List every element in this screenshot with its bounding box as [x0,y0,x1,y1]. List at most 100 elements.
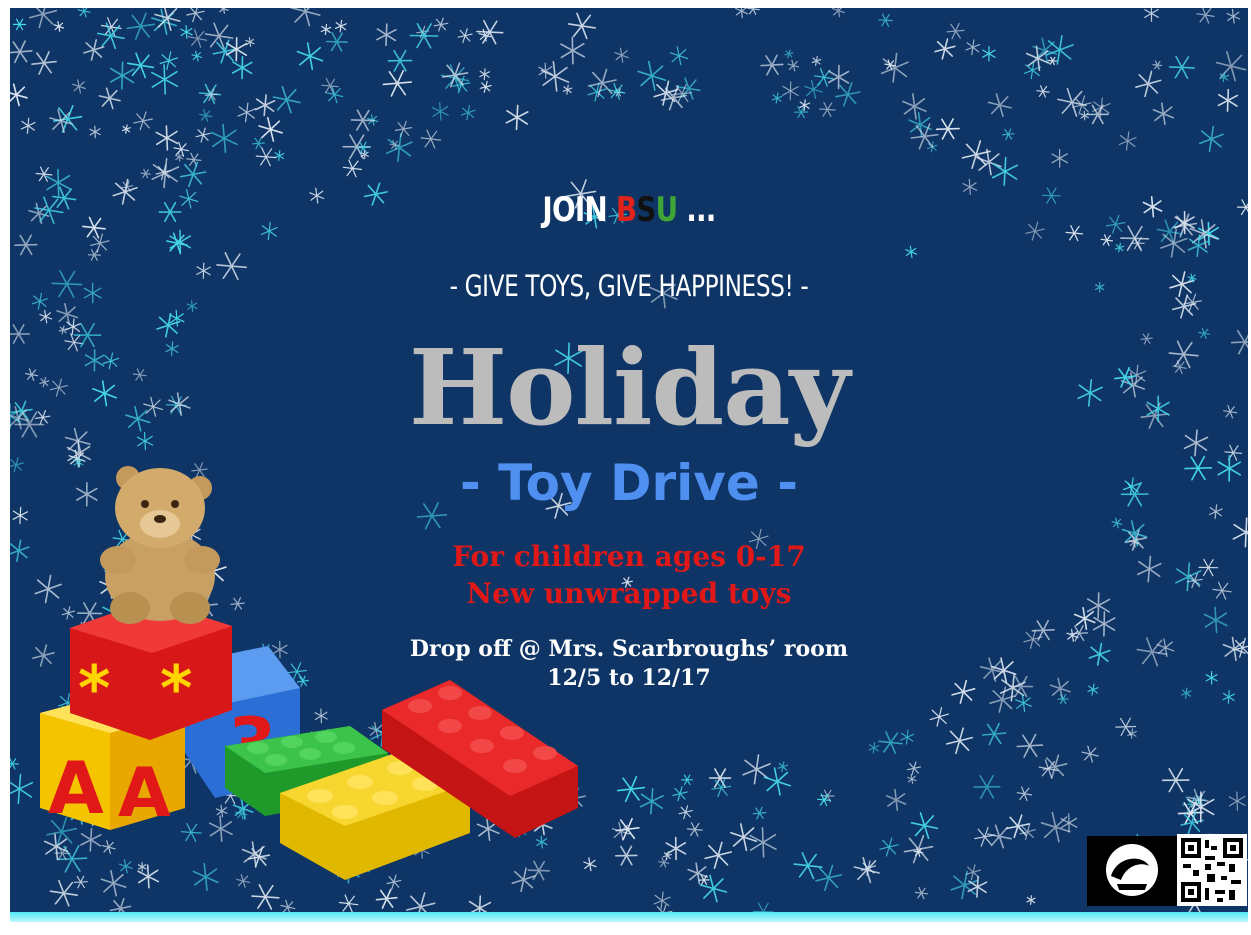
snowflake-icon [126,12,156,40]
snowflake-icon [827,64,850,90]
snowflake-icon [53,21,65,32]
snowflake-icon [749,826,777,858]
snowflake-icon [1016,733,1044,758]
snowflake-icon [31,292,48,310]
snowflake-icon [672,786,688,802]
snowflake-icon [431,101,449,121]
join-label: JOIN [542,190,607,230]
svg-text:*: * [78,652,110,725]
svg-text:A: A [48,746,104,830]
snowflake-icon [853,856,881,884]
snowflake-icon [334,19,347,33]
snowflake-icon [742,754,771,785]
snowflake-icon [321,77,339,94]
snowflake-icon [186,8,205,23]
snowflake-icon [1114,242,1125,253]
snowflake-icon [387,49,413,72]
snowflake-icon [560,36,586,65]
snowflake-icon [505,104,529,131]
snowflake-icon [109,61,135,90]
snowflake-icon [1100,234,1114,246]
snowflake-icon [946,22,965,40]
snowflake-icon [835,82,861,107]
snowflake-icon [945,727,974,755]
snowflake-icon [614,845,638,866]
snowflake-icon [87,249,102,261]
snowflake-icon [793,105,809,119]
snowflake-icon [637,60,667,91]
snowflake-icon [188,29,208,48]
snowflake-icon [1057,694,1069,705]
snowflake-icon [89,125,101,139]
bsu-letter-s: S [636,190,656,230]
snowflake-icon [1142,196,1163,218]
snowflake-icon [325,31,348,52]
snowflake-icon [669,46,689,66]
snowflake-icon [763,767,792,796]
snowflake-icon [903,834,934,864]
snowflake-icon [1161,767,1190,793]
snowflake-icon [981,722,1007,746]
snowflake-icon [1226,8,1241,24]
snowflake-icon [51,270,83,298]
snowflake-icon [1005,814,1031,839]
snowflake-icon [219,8,229,14]
snowflake-icon [325,85,344,104]
snowflake-icon [34,196,64,225]
snowflake-icon [815,864,843,892]
snowflake-icon [1199,125,1224,152]
snowflake-icon [1217,88,1239,112]
snowflake-icon [272,86,301,114]
teddy-bear-icon [100,466,220,624]
snowflake-icon [127,52,155,79]
snowflake-icon [771,92,783,104]
snowflake-icon [708,768,732,788]
flyer: JOIN BSU ... - GIVE TOYS, GIVE HAPPINESS… [10,8,1248,914]
snowflake-icon [350,109,376,132]
snowflake-icon [1127,728,1137,739]
snowflake-icon [987,93,1012,118]
snowflake-icon [39,310,53,324]
snowflake-icon [658,857,670,868]
snowflake-icon [1160,228,1188,258]
snowflake-icon [179,161,207,188]
snowflake-icon [965,39,981,56]
snowflake-icon [320,23,332,36]
snowflake-icon [782,81,799,101]
snowflake-icon [639,787,664,815]
snowflake-icon [1152,60,1163,70]
snowflake-icon [653,80,679,106]
snowflake-icon [929,706,950,727]
school-logo-icon [1087,836,1177,906]
snowflake-icon [653,891,671,910]
snowflake-icon [1026,895,1036,906]
join-ellipsis: ... [686,190,716,230]
snowflake-icon [804,79,823,99]
snowflake-icon [342,159,363,178]
snowflake-icon [587,68,617,98]
snowflake-icon [12,18,27,31]
snowflake-icon [1040,811,1071,843]
snowflake-icon [1228,791,1246,811]
snowflake-icon [382,69,413,97]
snowflake-icon [1172,294,1197,319]
snowflake-icon [1081,745,1099,763]
snowflake-icon [1057,87,1087,117]
snowflake-icon [245,37,255,48]
snowflake-icon [385,133,413,162]
snowflake-icon [457,28,473,44]
snowflake-icon [90,233,110,253]
snowflake-icon [1152,102,1175,126]
snowflake-icon [1222,689,1236,704]
snowflake-icon [433,17,449,32]
snowflake-icon [902,93,927,120]
snowflake-icon [811,55,822,67]
snowflake-icon [1080,110,1089,121]
snowflake-icon [52,186,77,210]
snowflake-icon [1051,148,1069,168]
snowflake-icon [191,50,203,62]
snowflake-icon [974,826,996,847]
snowflake-icon [885,788,907,812]
snowflake-icon [567,12,597,40]
svg-text:A: A [118,754,171,833]
